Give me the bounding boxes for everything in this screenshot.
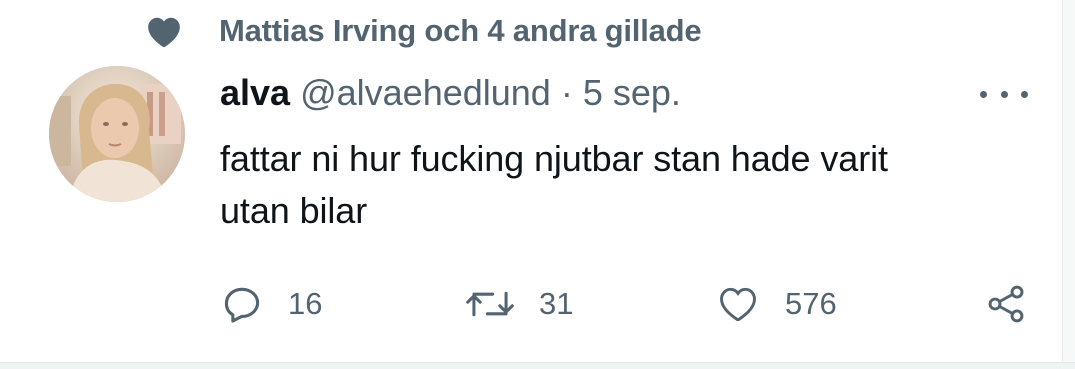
share-button[interactable] [984,276,1028,332]
retweet-icon [466,291,514,317]
separator: · [560,72,573,113]
scrollbar-track[interactable] [1062,0,1075,369]
reply-count: 16 [288,286,323,321]
social-context[interactable]: Mattias Irving och 4 andra gillade [145,10,702,54]
more-dot [1021,90,1028,98]
author-handle[interactable]: @alvaehedlund [300,72,551,113]
liked-by-text: Mattias Irving och 4 andra gillade [219,13,702,48]
divider [0,362,1075,369]
share-icon [988,285,1024,323]
tweet-page: Mattias Irving och 4 andra gillade alva [0,0,1075,369]
more-dot [980,90,987,98]
author-name[interactable]: alva [220,72,290,113]
reply-button[interactable]: 16 [220,276,322,332]
tweet-text-line: fattar ni hur fucking njutbar stan hade … [220,138,888,179]
retweet-button[interactable]: 31 [465,276,573,332]
tweet-text: fattar ni hur fucking njutbar stan hade … [220,133,1040,237]
tweet-date[interactable]: 5 sep. [583,72,681,113]
like-count: 576 [785,286,837,321]
reply-icon [224,287,260,323]
avatar-photo [49,66,185,202]
tweet-text-line: utan bilar [220,190,368,231]
heart-icon [148,17,180,48]
like-button[interactable]: 576 [715,276,837,332]
more-icon[interactable] [980,82,1028,106]
tweet-actions: 16 31 576 [220,276,1040,332]
tweet-header: alva @alvaehedlund · 5 sep. [220,72,681,114]
more-dot [1000,90,1008,98]
like-icon [720,287,756,322]
avatar[interactable] [49,66,185,202]
retweet-count: 31 [539,286,574,321]
